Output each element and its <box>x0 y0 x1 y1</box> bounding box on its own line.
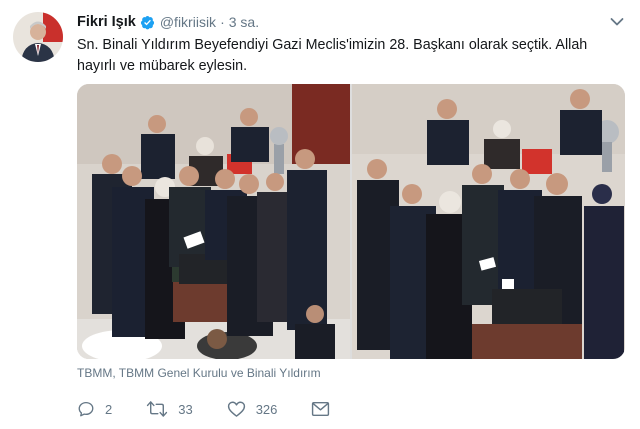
retweet-icon <box>146 400 168 418</box>
reply-button[interactable]: 2 <box>77 400 112 418</box>
author-name[interactable]: Fikri Işık <box>77 14 136 30</box>
tweet-header: Fikri Işık @fikriisik · 3 sa. <box>77 12 259 32</box>
like-count: 326 <box>255 401 278 417</box>
photo-left[interactable] <box>77 84 350 359</box>
avatar[interactable] <box>13 12 63 62</box>
like-button[interactable]: 326 <box>227 400 278 418</box>
retweet-button[interactable]: 33 <box>146 400 193 418</box>
media-tags[interactable]: TBMM, TBMM Genel Kurulu ve Binali Yıldır… <box>77 366 321 380</box>
direct-message-icon <box>311 401 330 417</box>
tweet: Fikri Işık @fikriisik · 3 sa. Sn. Binali… <box>0 0 640 429</box>
tweet-text: Sn. Binali Yıldırım Beyefendiyi Gazi Mec… <box>77 37 588 74</box>
direct-message-button[interactable] <box>311 401 330 417</box>
author-handle[interactable]: @fikriisik <box>160 14 216 30</box>
reply-icon <box>77 400 95 418</box>
tweet-timestamp[interactable]: 3 sa. <box>229 14 259 30</box>
retweet-count: 33 <box>178 401 193 417</box>
separator-dot: · <box>220 14 225 30</box>
reply-count: 2 <box>105 401 113 417</box>
caret-down-icon[interactable] <box>610 14 624 26</box>
tweet-media[interactable] <box>77 84 625 359</box>
photo-right[interactable] <box>352 84 625 359</box>
like-icon <box>227 400 246 418</box>
verified-badge-icon <box>140 15 155 30</box>
tweet-actions: 2 33 326 <box>77 398 364 420</box>
